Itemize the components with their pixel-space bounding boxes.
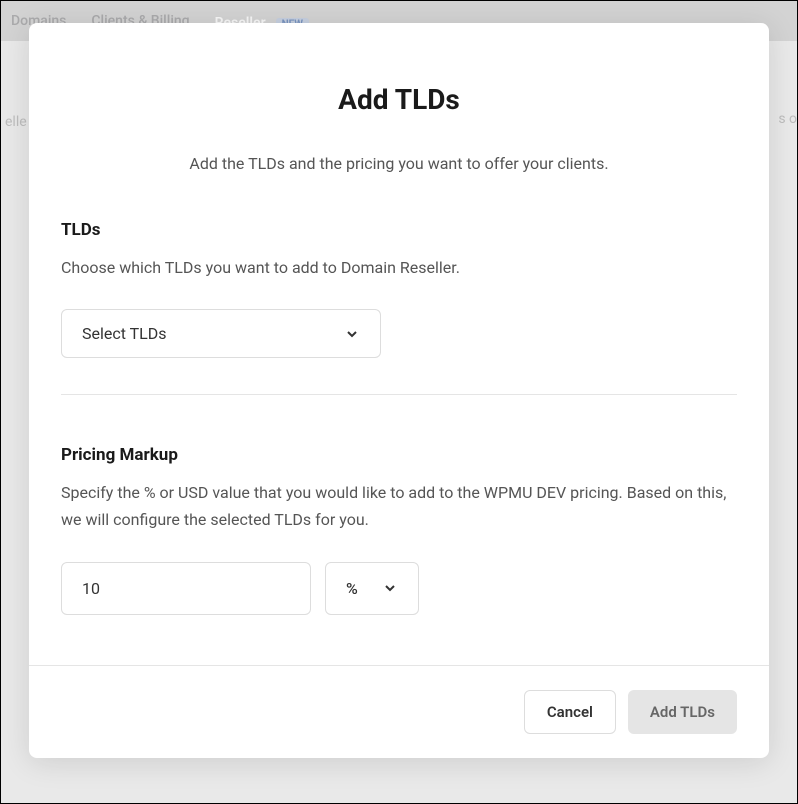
add-tlds-button[interactable]: Add TLDs: [628, 690, 737, 734]
select-tlds-label: Select TLDs: [82, 324, 167, 343]
modal-body: TLDs Choose which TLDs you want to add t…: [29, 206, 769, 665]
chevron-down-icon: [344, 326, 360, 342]
chevron-down-icon: [382, 580, 398, 596]
tlds-section-desc: Choose which TLDs you want to add to Dom…: [61, 254, 737, 281]
markup-unit-label: %: [346, 579, 358, 598]
select-tlds-dropdown[interactable]: Select TLDs: [61, 309, 381, 358]
pricing-section-desc: Specify the % or USD value that you woul…: [61, 479, 737, 533]
pricing-row: %: [61, 562, 737, 615]
modal-header: Add TLDs Add the TLDs and the pricing yo…: [29, 23, 769, 206]
modal-footer: Cancel Add TLDs: [29, 665, 769, 758]
modal-subtitle: Add the TLDs and the pricing you want to…: [61, 152, 737, 176]
tlds-section-title: TLDs: [61, 220, 737, 240]
modal-title: Add TLDs: [61, 83, 737, 116]
divider: [61, 394, 737, 395]
markup-value-input[interactable]: [61, 562, 311, 615]
cancel-button[interactable]: Cancel: [524, 690, 616, 734]
add-tlds-modal: Add TLDs Add the TLDs and the pricing yo…: [29, 23, 769, 758]
pricing-section-title: Pricing Markup: [61, 445, 737, 465]
markup-unit-dropdown[interactable]: %: [325, 562, 419, 615]
